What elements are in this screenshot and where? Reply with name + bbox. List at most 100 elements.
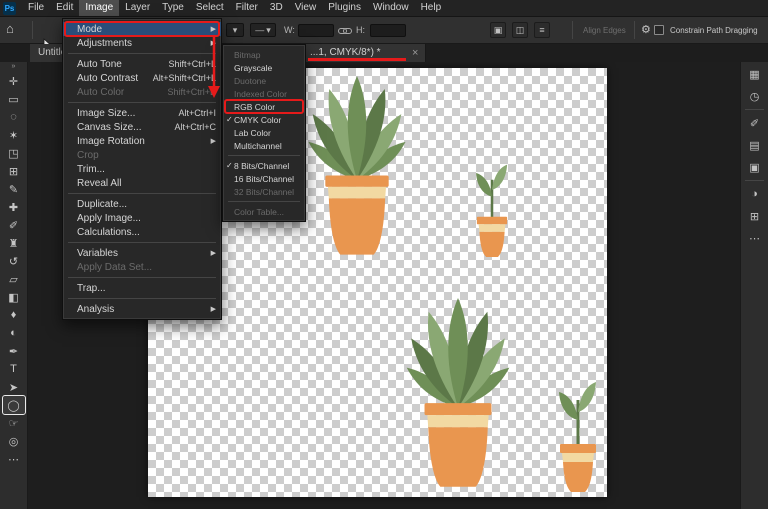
menu-item-mode[interactable]: Mode▶ [63, 22, 221, 36]
marquee-tool[interactable]: ▭ [3, 90, 25, 108]
menubar-item-3d[interactable]: 3D [264, 0, 289, 16]
menu-item-reveal-all[interactable]: Reveal All [63, 176, 221, 190]
history-brush-tool[interactable]: ↺ [3, 252, 25, 270]
menubar-item-image[interactable]: Image [79, 0, 119, 16]
submenu-item-lab-color[interactable]: Lab Color [223, 126, 305, 139]
move-tool-icon: ✛ [9, 75, 18, 88]
history-panel-icon[interactable]: ◷ [744, 86, 766, 106]
panel-divider [745, 109, 764, 110]
submenu-item-grayscale[interactable]: Grayscale [223, 61, 305, 74]
menu-item-image-size[interactable]: Image Size...Alt+Ctrl+I [63, 106, 221, 120]
path-arrangement-button[interactable]: ≡ [534, 22, 550, 38]
magic-wand-tool[interactable]: ✶ [3, 126, 25, 144]
path-operations-button[interactable]: ▣ [490, 22, 506, 38]
gradient-tool[interactable]: ◧ [3, 288, 25, 306]
constrain-path-checkbox[interactable] [654, 25, 664, 35]
menu-separator [68, 53, 216, 54]
submenu-item-16-bits-channel[interactable]: 16 Bits/Channel [223, 172, 305, 185]
home-icon[interactable]: ⌂ [6, 21, 14, 36]
hand-tool[interactable]: ☞ [3, 414, 25, 432]
stroke-style-dropdown[interactable]: —▾ [250, 23, 276, 37]
collapse-toolbar-icon[interactable]: » [0, 62, 27, 72]
menubar-item-edit[interactable]: Edit [50, 0, 79, 16]
layers-panel-icon[interactable]: ▤ [744, 135, 766, 155]
path-selection-tool[interactable]: ➤ [3, 378, 25, 396]
menubar-item-layer[interactable]: Layer [119, 0, 156, 16]
height-input[interactable] [370, 24, 406, 37]
submenu-item-bitmap[interactable]: Bitmap [223, 48, 305, 61]
menubar-item-plugins[interactable]: Plugins [322, 0, 367, 16]
ellipse-tool[interactable]: ◯ [3, 396, 25, 414]
checkmark-icon: ✓ [226, 161, 233, 170]
color-panel-icon[interactable]: ▦ [744, 64, 766, 84]
menu-item-label: Crop [77, 150, 99, 161]
pen-tool-icon: ✒ [9, 345, 18, 358]
eraser-tool-icon: ▱ [9, 273, 17, 286]
menu-item-auto-tone[interactable]: Auto ToneShift+Ctrl+L [63, 57, 221, 71]
move-tool[interactable]: ✛ [3, 72, 25, 90]
menubar-item-filter[interactable]: Filter [230, 0, 264, 16]
menu-item-label: Duplicate... [77, 199, 127, 210]
menu-item-variables[interactable]: Variables▶ [63, 246, 221, 260]
channels-panel-icon[interactable]: ▣ [744, 157, 766, 177]
menubar-item-window[interactable]: Window [367, 0, 415, 16]
photoshop-logo[interactable]: Ps [3, 2, 16, 15]
fill-swatch-dropdown[interactable]: ▾ [226, 23, 244, 37]
menu-item-label: 32 Bits/Channel [234, 187, 294, 197]
blur-tool[interactable]: ♦ [3, 306, 25, 324]
adjustments-panel-icon[interactable]: ◑ [744, 184, 766, 204]
healing-brush-tool[interactable]: ✚ [3, 198, 25, 216]
menu-item-auto-contrast[interactable]: Auto ContrastAlt+Shift+Ctrl+L [63, 71, 221, 85]
menu-item-trap[interactable]: Trap... [63, 281, 221, 295]
menubar-item-view[interactable]: View [289, 0, 323, 16]
dodge-tool[interactable]: ◐ [3, 324, 25, 342]
eraser-tool[interactable]: ▱ [3, 270, 25, 288]
crop-tool[interactable]: ◳ [3, 144, 25, 162]
menu-item-apply-image[interactable]: Apply Image... [63, 211, 221, 225]
menu-item-label: Image Rotation [77, 136, 145, 147]
menu-item-analysis[interactable]: Analysis▶ [63, 302, 221, 316]
submenu-item-multichannel[interactable]: Multichannel [223, 139, 305, 152]
submenu-item-rgb-color[interactable]: RGB Color [223, 100, 305, 113]
width-input[interactable] [298, 24, 334, 37]
submenu-item-32-bits-channel[interactable]: 32 Bits/Channel [223, 185, 305, 198]
menu-item-apply-data-set[interactable]: Apply Data Set... [63, 260, 221, 274]
submenu-item-8-bits-channel[interactable]: ✓8 Bits/Channel [223, 159, 305, 172]
submenu-item-color-table[interactable]: Color Table... [223, 205, 305, 218]
more-panels-icon[interactable]: ⋯ [744, 228, 766, 248]
menubar-item-help[interactable]: Help [415, 0, 448, 16]
healing-brush-tool-icon: ✚ [9, 201, 18, 214]
tab-close-icon[interactable]: × [412, 46, 418, 60]
submenu-arrow-icon: ▶ [211, 305, 216, 313]
menu-item-auto-color[interactable]: Auto ColorShift+Ctrl+B [63, 85, 221, 99]
link-dimensions-icon[interactable] [338, 26, 352, 36]
submenu-item-duotone[interactable]: Duotone [223, 74, 305, 87]
menu-item-image-rotation[interactable]: Image Rotation▶ [63, 134, 221, 148]
libraries-panel-icon[interactable]: ⊞ [744, 206, 766, 226]
options-divider [32, 21, 33, 39]
menu-item-duplicate[interactable]: Duplicate... [63, 197, 221, 211]
menu-item-trim[interactable]: Trim... [63, 162, 221, 176]
path-alignment-button[interactable]: ◫ [512, 22, 528, 38]
eyedropper-tool[interactable]: ✎ [3, 180, 25, 198]
lasso-tool[interactable]: ◌ [3, 108, 25, 126]
menubar-item-type[interactable]: Type [156, 0, 190, 16]
frame-tool[interactable]: ⊞ [3, 162, 25, 180]
gear-icon[interactable]: ⚙ [641, 23, 651, 36]
brushes-panel-icon[interactable]: ✐ [744, 113, 766, 133]
menu-item-canvas-size[interactable]: Canvas Size...Alt+Ctrl+C [63, 120, 221, 134]
menubar-item-select[interactable]: Select [190, 0, 230, 16]
zoom-tool[interactable]: ◎ [3, 432, 25, 450]
pen-tool[interactable]: ✒ [3, 342, 25, 360]
type-tool[interactable]: T [3, 360, 25, 378]
submenu-item-cmyk-color[interactable]: ✓CMYK Color [223, 113, 305, 126]
menu-item-calculations[interactable]: Calculations... [63, 225, 221, 239]
menu-item-adjustments[interactable]: Adjustments▶ [63, 36, 221, 50]
clone-stamp-tool[interactable]: ♜ [3, 234, 25, 252]
menu-item-crop[interactable]: Crop [63, 148, 221, 162]
plant-large [402, 298, 513, 487]
brush-tool[interactable]: ✐ [3, 216, 25, 234]
edit-toolbar[interactable]: ⋯ [3, 450, 25, 468]
submenu-item-indexed-color[interactable]: Indexed Color [223, 87, 305, 100]
menubar-item-file[interactable]: File [22, 0, 50, 16]
